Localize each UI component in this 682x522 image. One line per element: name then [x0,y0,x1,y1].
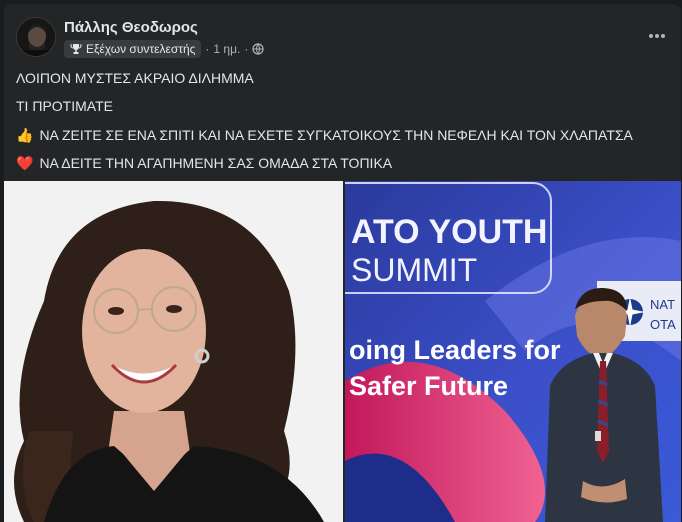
option-2-text: ΝΑ ΔΕΙΤΕ ΤΗΝ ΑΓΑΠΗΜΕΝΗ ΣΑΣ ΟΜΑΔΑ ΣΤΑ ΤΟΠ… [39,155,393,171]
post-line-2: ΤΙ ΠΡΟΤΙΜΑΤΕ [16,98,113,114]
avatar-image [17,18,55,56]
post-meta: Εξέχων συντελεστής · 1 ημ. · [64,40,264,58]
summit-photo-image: ATO YOUTH SUMMIT oing Leaders for Safer … [345,181,681,522]
more-options-button[interactable] [645,24,669,48]
author-name[interactable]: Πάλλης Θεοδωρος [64,19,198,36]
badge-label: Εξέχων συντελεστής [86,42,196,56]
summit-banner-text-2: SUMMIT [351,252,477,288]
summit-banner-text-1: ATO YOUTH [351,213,547,251]
post-header: Πάλλης Θεοδωρος Εξέχων συντελεστής · 1 η… [4,4,681,64]
post-line-4: ❤️ ΝΑ ΔΕΙΤΕ ΤΗΝ ΑΓΑΠΗΜΕΝΗ ΣΑΣ ΟΜΑΔΑ ΣΤΑ … [16,155,392,172]
thumbs-up-emoji: 👍 [16,127,34,143]
more-options-icon [649,34,665,38]
summit-tagline-2: Safer Future [349,371,508,401]
post-time[interactable]: 1 ημ. [213,42,240,56]
post-line-1: ΛΟΙΠΟΝ ΜΥΣΤΕΣ ΑΚΡΑΙΟ ΔΙΛΗΜΜΑ [16,70,254,86]
nato-logo-text-2: OTA [650,317,676,332]
photo-grid: ATO YOUTH SUMMIT oing Leaders for Safer … [4,181,681,522]
option-1-text: ΝΑ ΖΕΙΤΕ ΣΕ ΕΝΑ ΣΠΙΤΙ ΚΑΙ ΝΑ ΕΧΕΤΕ ΣΥΓΚΑ… [39,127,633,143]
globe-icon[interactable] [252,43,264,55]
post-card: Πάλλης Θεοδωρος Εξέχων συντελεστής · 1 η… [4,4,681,522]
post-line-3: 👍 ΝΑ ΖΕΙΤΕ ΣΕ ΕΝΑ ΣΠΙΤΙ ΚΑΙ ΝΑ ΕΧΕΤΕ ΣΥΓ… [16,127,633,144]
summit-tagline-1: oing Leaders for [349,335,561,365]
meta-separator: · [244,42,249,56]
trophy-icon [70,44,82,54]
avatar[interactable] [16,17,56,57]
photo-woman[interactable] [4,181,343,522]
top-contributor-badge[interactable]: Εξέχων συντελεστής [64,40,202,58]
meta-separator: · [205,42,210,56]
photo-summit[interactable]: ATO YOUTH SUMMIT oing Leaders for Safer … [345,181,681,522]
nato-logo-text-1: NAT [650,297,675,312]
woman-portrait-image [4,181,343,522]
heart-emoji: ❤️ [16,155,34,171]
